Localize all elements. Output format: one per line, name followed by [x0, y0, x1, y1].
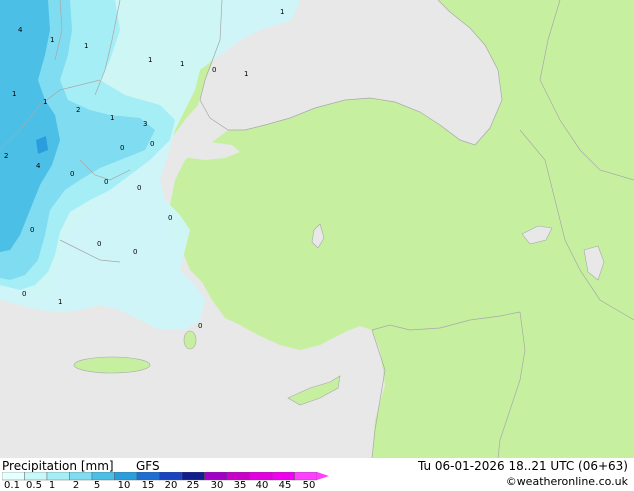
scale-swatch [91, 472, 115, 481]
scale-swatch [204, 472, 228, 481]
scale-label: 1 [48, 480, 56, 491]
model-name: GFS [136, 459, 160, 473]
scale-swatch [136, 472, 160, 481]
map-label: 1 [50, 36, 54, 44]
scale-swatch [271, 472, 295, 481]
map-label: 3 [143, 120, 147, 128]
map-label: 0 [198, 322, 202, 330]
scale-label: 10 [117, 480, 131, 491]
scale-swatch [46, 472, 70, 481]
map-label: 0 [150, 140, 154, 148]
scale-label: 30 [210, 480, 224, 491]
map-label: 4 [18, 26, 23, 34]
credit-text: ©weatheronline.co.uk [505, 475, 628, 488]
scale-label: 50 [302, 480, 316, 491]
map-label: 0 [168, 214, 172, 222]
scale-swatch [114, 472, 138, 481]
map-label: 0 [97, 240, 101, 248]
map-label: 1 [280, 8, 284, 16]
scale-label: 25 [186, 480, 200, 491]
map-label: 4 [36, 162, 41, 170]
scale-label: 15 [141, 480, 155, 491]
scale-label: 0.1 [4, 480, 20, 491]
map-label: 0 [212, 66, 216, 74]
scale-swatch [249, 472, 273, 481]
scale-swatch [181, 472, 205, 481]
map-label: 1 [58, 298, 62, 306]
map-label: 0 [137, 184, 141, 192]
scale-swatch [69, 472, 93, 481]
scale-label: 5 [93, 480, 101, 491]
map-label: 0 [104, 178, 108, 186]
scale-label: 2 [72, 480, 80, 491]
scale-label: 45 [278, 480, 292, 491]
scale-swatch [2, 472, 25, 481]
crete-island [73, 356, 151, 374]
map-label: 0 [70, 170, 74, 178]
map-label: 0 [120, 144, 124, 152]
scale-label: 0.5 [26, 480, 42, 491]
map-label: 0 [30, 226, 34, 234]
map-label: 1 [148, 56, 152, 64]
precipitation-map: 1 4 1 1 1 2 2 1 3 4 1 0 1 1 1 0 1 0 0 0 … [0, 0, 634, 458]
map-label: 1 [12, 90, 16, 98]
map-label: 0 [133, 248, 137, 256]
scale-swatch [24, 472, 48, 481]
map-label: 2 [4, 152, 8, 160]
map-label: 0 [22, 290, 26, 298]
map-label: 2 [76, 106, 80, 114]
scale-swatch [294, 472, 318, 481]
map-label: 1 [110, 114, 114, 122]
precipitation-title: Precipitation [mm] [2, 459, 114, 473]
scale-label: 40 [255, 480, 269, 491]
map-label: 1 [180, 60, 184, 68]
scale-label: 35 [233, 480, 247, 491]
rhodes-island [183, 330, 197, 350]
valid-time: Tu 06-01-2026 18..21 UTC (06+63) [417, 459, 628, 473]
map-label: 1 [244, 70, 248, 78]
scale-label: 20 [164, 480, 178, 491]
scale-swatch [226, 472, 250, 481]
map-label: 1 [84, 42, 88, 50]
scale-arrow-icon [317, 472, 329, 480]
map-label: 1 [43, 98, 47, 106]
scale-swatch [159, 472, 183, 481]
